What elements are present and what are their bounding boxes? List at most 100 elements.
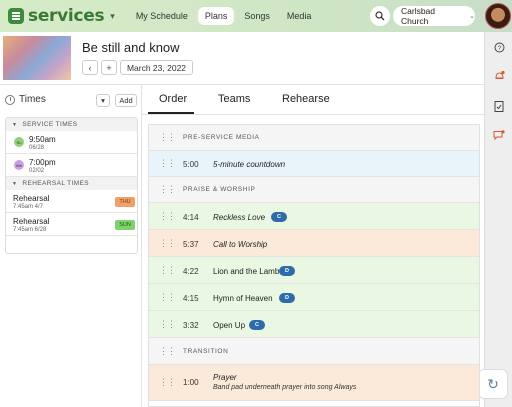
rehearsal-name: Rehearsal [13, 217, 50, 226]
section-label: REHEARSAL TIMES [22, 180, 90, 187]
order-section-header[interactable]: ⋮⋮ TRANSITION [149, 338, 479, 365]
day-tag: THU [115, 197, 135, 207]
item-length: 4:14 [183, 213, 199, 222]
order-item[interactable]: ⋮⋮ 3:32 Open Up C [149, 311, 479, 338]
service-date: 06/28 [29, 145, 45, 151]
order-item[interactable]: ⋮⋮ 1:00 Prayer Band pad underneath praye… [149, 365, 479, 401]
service-time: 9:50am [29, 135, 56, 144]
app-brand[interactable]: services [28, 6, 105, 26]
organization-name: Carlsbad Church [401, 6, 436, 26]
item-length: 5:00 [183, 160, 199, 169]
drag-handle-icon[interactable]: ⋮⋮ [159, 159, 176, 168]
item-title: Reckless Love [213, 213, 266, 222]
service-time-row[interactable]: We 7:00pm 02/02 [6, 154, 137, 177]
rehearsal-when: 7:45am 6/28 [13, 227, 47, 233]
item-title: 5-minute countdown [213, 160, 286, 169]
chevron-left-icon: ‹ [88, 62, 92, 73]
services-logo-icon[interactable] [8, 8, 24, 24]
drag-handle-icon[interactable]: ⋮⋮ [159, 239, 176, 248]
rehearsal-times-section[interactable]: ▼ REHEARSAL TIMES [6, 177, 137, 190]
drag-handle-icon[interactable]: ⋮⋮ [159, 320, 176, 329]
tab-rehearse[interactable]: Rehearse [282, 93, 330, 105]
messages-icon[interactable] [493, 130, 505, 142]
svg-text:?: ? [497, 45, 501, 52]
order-section-header[interactable]: ⋮⋮ PRE-SERVICE MEDIA [149, 125, 479, 151]
drag-handle-icon[interactable]: ⋮⋮ [159, 347, 176, 356]
tab-order[interactable]: Order [159, 93, 187, 105]
service-date: 02/02 [29, 168, 45, 174]
add-time-button[interactable]: Add [115, 94, 137, 107]
plan-title[interactable]: Be still and know [82, 40, 180, 55]
rehearsal-name: Rehearsal [13, 194, 50, 203]
times-menu-button[interactable]: ▾ [96, 94, 110, 107]
item-title: Lion and the Lamb [213, 267, 280, 276]
section-title: TRANSITION [183, 348, 229, 355]
section-title: PRE-SERVICE MEDIA [183, 134, 260, 141]
right-sidebar: ? [484, 32, 512, 407]
service-time: 7:00pm [29, 158, 56, 167]
item-title: Call to Worship [213, 240, 268, 249]
service-order-list: ⋮⋮ PRE-SERVICE MEDIA ⋮⋮ 5:00 5-minute co… [148, 124, 480, 407]
item-title: Hymn of Heaven [213, 294, 273, 303]
day-badge: We [14, 160, 24, 170]
service-times-section[interactable]: ▼ SERVICE TIMES [6, 118, 137, 131]
drag-handle-icon[interactable]: ⋮⋮ [159, 185, 176, 194]
service-time-row[interactable]: Su 9:50am 06/28 [6, 131, 137, 154]
notifications-icon[interactable] [493, 70, 505, 82]
search-button[interactable] [370, 6, 390, 26]
order-item[interactable]: ⋮⋮ 4:15 Hymn of Heaven D [149, 284, 479, 311]
times-list: ▼ SERVICE TIMES Su 9:50am 06/28 We 7:00p… [5, 117, 138, 254]
tab-teams[interactable]: Teams [218, 93, 250, 105]
refresh-button[interactable]: ↻ [478, 369, 508, 399]
collapse-triangle-icon: ▼ [12, 180, 18, 187]
drag-handle-icon[interactable]: ⋮⋮ [159, 293, 176, 302]
order-section-header[interactable]: ⋮⋮ PRAISE & WORSHIP [149, 177, 479, 203]
song-key-badge[interactable]: C [249, 320, 265, 330]
plan-date[interactable]: March 23, 2022 [120, 60, 193, 75]
plus-icon: + [106, 62, 112, 73]
day-tag: SUN [115, 220, 135, 230]
times-header: Times [5, 94, 46, 105]
section-label: SERVICE TIMES [22, 121, 78, 128]
item-length: 4:15 [183, 294, 199, 303]
rehearsal-when: 7:45am 4/7 [13, 204, 44, 210]
order-list-continuation [149, 401, 479, 406]
nav-plans[interactable]: Plans [197, 7, 235, 25]
order-item[interactable]: ⋮⋮ 5:37 Call to Worship [149, 230, 479, 257]
organization-switcher[interactable]: Carlsbad Church ⌄ [393, 6, 475, 26]
tasks-icon[interactable] [493, 100, 505, 112]
section-title: PRAISE & WORSHIP [183, 186, 256, 193]
drag-handle-icon[interactable]: ⋮⋮ [159, 266, 176, 275]
item-length: 5:37 [183, 240, 199, 249]
drag-handle-icon[interactable]: ⋮⋮ [159, 212, 176, 221]
nav-songs[interactable]: Songs [237, 7, 277, 25]
main-nav: My Schedule Plans Songs Media [129, 7, 322, 25]
nav-my-schedule[interactable]: My Schedule [129, 7, 195, 25]
order-item[interactable]: ⋮⋮ 5:00 5-minute countdown [149, 151, 479, 177]
help-icon[interactable]: ? [493, 42, 505, 54]
order-item[interactable]: ⋮⋮ 4:22 Lion and the Lamb D [149, 257, 479, 284]
song-key-badge[interactable]: D [279, 266, 295, 276]
plan-series-artwork[interactable] [3, 36, 71, 80]
add-plan-button[interactable]: + [101, 60, 117, 75]
app-switcher-chevron-icon[interactable]: ▾ [110, 11, 115, 22]
caret-down-icon: ▾ [101, 96, 105, 105]
item-length: 4:22 [183, 267, 199, 276]
user-avatar[interactable] [485, 3, 511, 29]
item-length: 1:00 [183, 378, 199, 387]
drag-handle-icon[interactable]: ⋮⋮ [159, 378, 176, 387]
item-title: Prayer [213, 373, 237, 382]
previous-plan-button[interactable]: ‹ [82, 60, 98, 75]
refresh-icon: ↻ [487, 375, 499, 392]
rehearsal-time-row[interactable]: Rehearsal 7:45am 4/7 THU [6, 190, 137, 213]
panel-divider [141, 85, 142, 407]
nav-media[interactable]: Media [280, 7, 319, 25]
song-key-badge[interactable]: C [271, 212, 287, 222]
item-subtitle: Band pad underneath prayer into song Alw… [213, 384, 357, 391]
song-key-badge[interactable]: D [279, 293, 295, 303]
rehearsal-time-row[interactable]: Rehearsal 7:45am 6/28 SUN [6, 213, 137, 236]
collapse-triangle-icon: ▼ [12, 121, 18, 128]
drag-handle-icon[interactable]: ⋮⋮ [159, 133, 176, 142]
order-item[interactable]: ⋮⋮ 4:14 Reckless Love C [149, 203, 479, 230]
item-title: Open Up [213, 321, 246, 330]
